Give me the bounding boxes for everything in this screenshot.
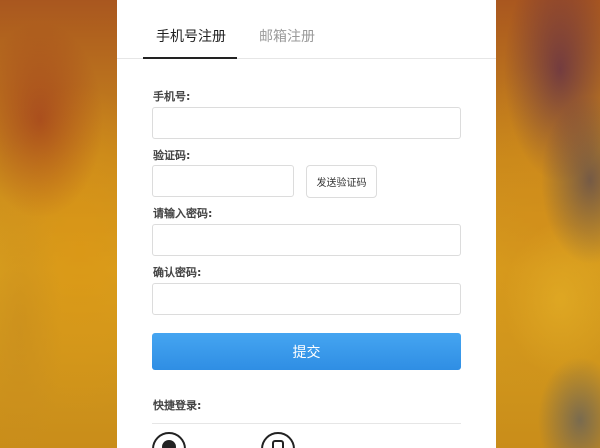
divider — [152, 423, 461, 424]
social-login-1-icon[interactable] — [152, 432, 186, 448]
social-login-2-icon[interactable] — [261, 432, 295, 448]
send-code-button[interactable]: 发送验证码 — [306, 165, 377, 198]
code-label: 验证码: — [153, 149, 191, 162]
quick-login-label: 快捷登录: — [153, 399, 202, 412]
confirm-password-label: 确认密码: — [153, 266, 202, 279]
tab-email-register[interactable]: 邮箱注册 — [259, 26, 315, 46]
active-tab-indicator — [143, 57, 237, 59]
register-panel: 手机号注册 邮箱注册 手机号: 验证码: 发送验证码 请输入密码: 确认密码: … — [117, 0, 496, 448]
verification-code-input[interactable] — [152, 165, 294, 197]
password-input[interactable] — [152, 224, 461, 256]
phone-label: 手机号: — [153, 90, 191, 103]
tab-phone-register[interactable]: 手机号注册 — [156, 26, 226, 46]
password-label: 请输入密码: — [153, 207, 213, 220]
submit-button[interactable]: 提交 — [152, 333, 461, 370]
phone-input[interactable] — [152, 107, 461, 139]
confirm-password-input[interactable] — [152, 283, 461, 315]
register-tabs: 手机号注册 邮箱注册 — [117, 0, 496, 59]
